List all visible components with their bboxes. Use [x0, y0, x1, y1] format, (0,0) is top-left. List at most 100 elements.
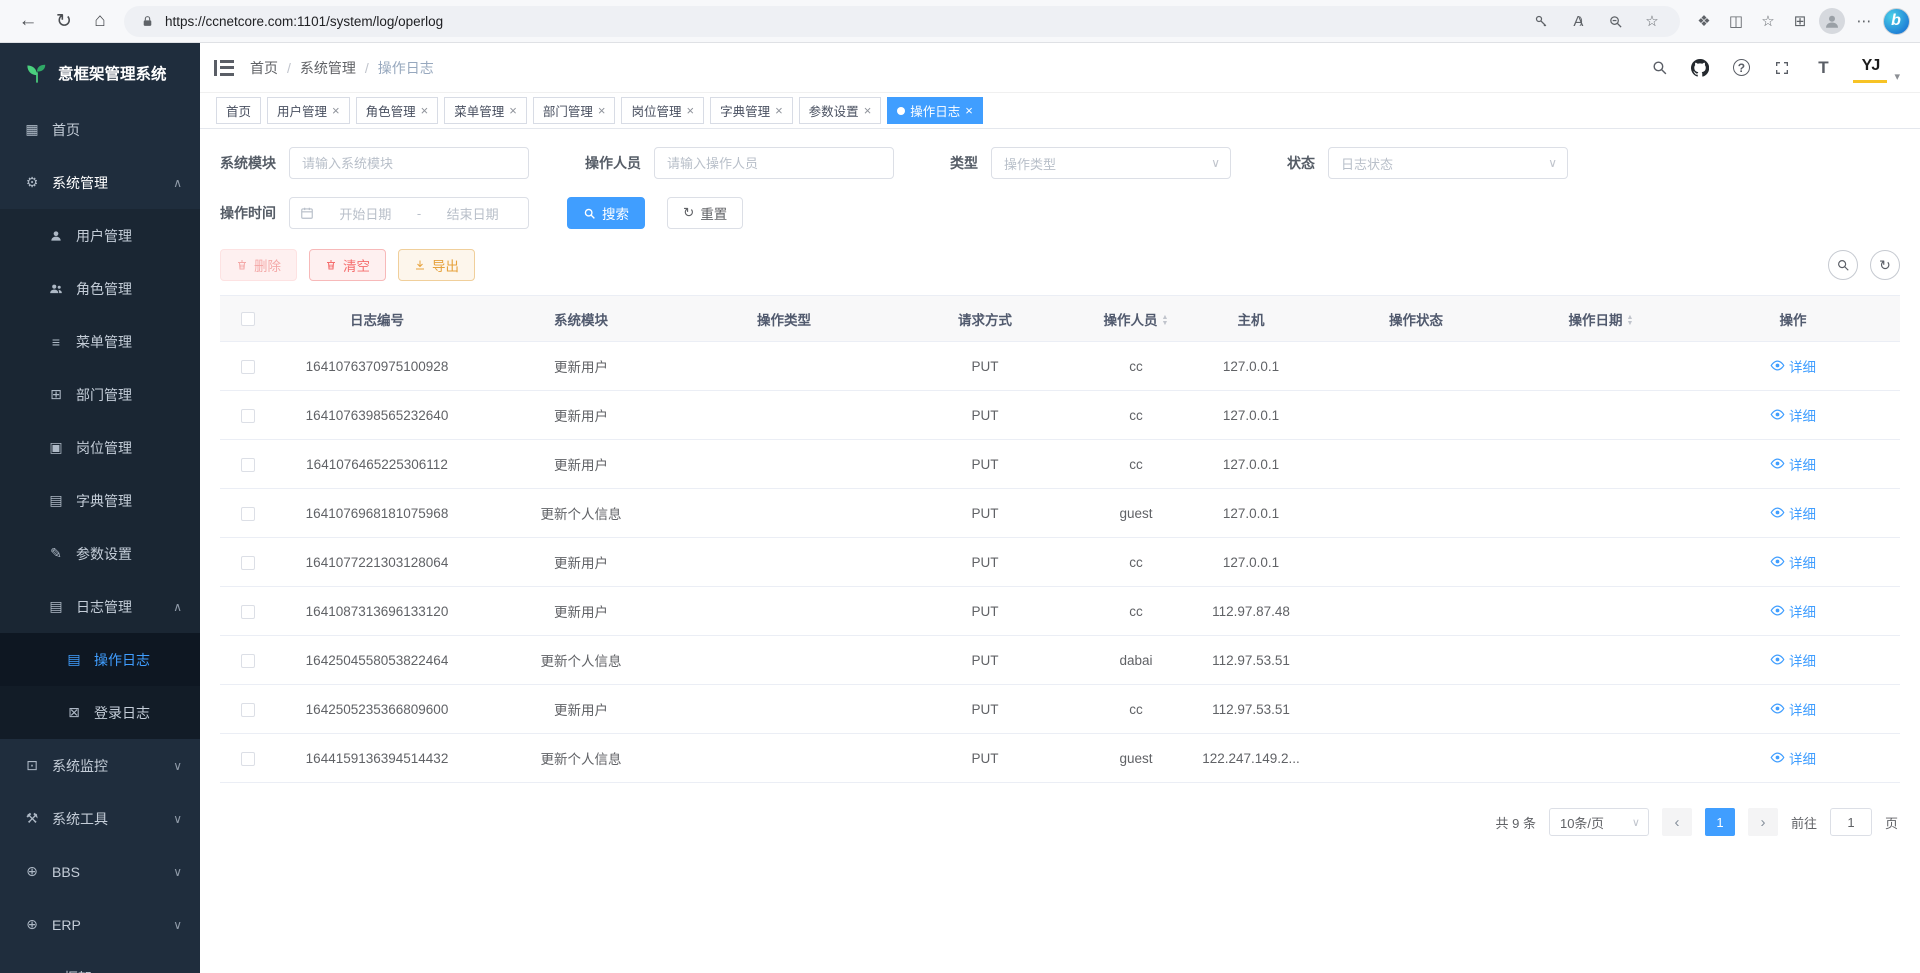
sidebar-item-yi-framework[interactable]: ▶ Yi框架: [0, 951, 200, 973]
prev-page-button[interactable]: ‹: [1662, 808, 1692, 836]
close-icon[interactable]: ×: [775, 103, 783, 118]
tab-menu-management[interactable]: 菜单管理 ×: [444, 97, 527, 124]
sidebar-item-operation-log[interactable]: ▤ 操作日志: [0, 633, 200, 686]
favorites-icon[interactable]: ☆: [1754, 7, 1782, 35]
column-header-date[interactable]: 操作日期▲▼: [1516, 296, 1686, 342]
sidebar-item-home[interactable]: ▦ 首页: [0, 103, 200, 156]
help-icon[interactable]: ?: [1730, 57, 1752, 79]
close-icon[interactable]: ×: [509, 103, 517, 118]
detail-link[interactable]: 详细: [1770, 601, 1816, 621]
fullscreen-icon[interactable]: [1771, 57, 1793, 79]
sidebar-item-log-management[interactable]: ▤ 日志管理 ∧: [0, 580, 200, 633]
sidebar-item-system-monitor[interactable]: ⊡ 系统监控 ∨: [0, 739, 200, 792]
tab-operation-log[interactable]: 操作日志 ×: [887, 97, 983, 124]
toggle-search-button[interactable]: [1828, 250, 1858, 280]
sidebar-item-system-tools[interactable]: ⚒ 系统工具 ∨: [0, 792, 200, 845]
delete-button[interactable]: 删除: [220, 249, 297, 281]
detail-link[interactable]: 详细: [1770, 650, 1816, 670]
status-select[interactable]: 日志状态 ∨: [1328, 147, 1568, 179]
sidebar-item-param-settings[interactable]: ✎ 参数设置: [0, 527, 200, 580]
bing-icon[interactable]: b: [1882, 7, 1910, 35]
tab-dept-management[interactable]: 部门管理 ×: [533, 97, 616, 124]
collections-icon[interactable]: ⊞: [1786, 7, 1814, 35]
font-size-icon[interactable]: T: [1812, 57, 1834, 79]
row-checkbox[interactable]: [241, 458, 255, 472]
reset-button[interactable]: ↻ 重置: [667, 197, 743, 229]
sidebar-item-dict-management[interactable]: ▤ 字典管理: [0, 474, 200, 527]
page-number-button[interactable]: 1: [1705, 808, 1735, 836]
row-checkbox[interactable]: [241, 507, 255, 521]
operator-input[interactable]: [654, 147, 894, 179]
tab-post-management[interactable]: 岗位管理 ×: [621, 97, 704, 124]
close-icon[interactable]: ×: [598, 103, 606, 118]
sidebar-item-login-log[interactable]: ⊠ 登录日志: [0, 686, 200, 739]
add-favorite-icon[interactable]: ☆: [1638, 7, 1666, 35]
app-logo[interactable]: 意框架管理系统: [0, 43, 200, 103]
export-button[interactable]: 导出: [398, 249, 475, 281]
reload-icon[interactable]: ↻: [46, 4, 82, 38]
next-page-button[interactable]: ›: [1748, 808, 1778, 836]
home-icon[interactable]: ⌂: [82, 4, 118, 38]
zoom-out-icon[interactable]: [1601, 7, 1629, 35]
clear-button[interactable]: 清空: [309, 249, 386, 281]
sidebar-item-system-management[interactable]: ⚙ 系统管理 ∧: [0, 156, 200, 209]
close-icon[interactable]: ×: [332, 103, 340, 118]
select-all-checkbox[interactable]: [241, 312, 255, 326]
row-checkbox[interactable]: [241, 556, 255, 570]
tab-user-management[interactable]: 用户管理 ×: [267, 97, 350, 124]
sidebar-item-bbs[interactable]: ⊕ BBS ∨: [0, 845, 200, 898]
back-icon[interactable]: ←: [10, 4, 46, 38]
split-screen-icon[interactable]: ◫: [1722, 7, 1750, 35]
read-aloud-icon[interactable]: A): [1564, 7, 1592, 35]
detail-link[interactable]: 详细: [1770, 699, 1816, 719]
password-key-icon[interactable]: [1527, 7, 1555, 35]
github-icon[interactable]: [1689, 57, 1711, 79]
type-select[interactable]: 操作类型 ∨: [991, 147, 1231, 179]
row-checkbox[interactable]: [241, 654, 255, 668]
detail-link[interactable]: 详细: [1770, 552, 1816, 572]
close-icon[interactable]: ×: [686, 103, 694, 118]
search-button[interactable]: 搜索: [567, 197, 645, 229]
sidebar-item-menu-management[interactable]: ≡ 菜单管理: [0, 315, 200, 368]
search-icon: [583, 207, 596, 220]
browser-essentials-icon[interactable]: ❖: [1690, 7, 1718, 35]
user-avatar-logo[interactable]: YJ: [1853, 53, 1887, 83]
detail-link[interactable]: 详细: [1770, 748, 1816, 768]
caret-down-icon[interactable]: ▾: [1894, 70, 1900, 83]
row-checkbox[interactable]: [241, 605, 255, 619]
goto-page-input[interactable]: [1830, 808, 1872, 836]
sidebar-item-erp[interactable]: ⊕ ERP ∨: [0, 898, 200, 951]
page-size-select[interactable]: 10条/页 ∨: [1549, 808, 1649, 836]
close-icon[interactable]: ×: [965, 103, 973, 118]
sidebar-item-role-management[interactable]: 角色管理: [0, 262, 200, 315]
search-icon[interactable]: [1648, 57, 1670, 79]
tab-role-management[interactable]: 角色管理 ×: [356, 97, 439, 124]
detail-link[interactable]: 详细: [1770, 503, 1816, 523]
settings-menu-icon[interactable]: ⋯: [1850, 7, 1878, 35]
row-checkbox[interactable]: [241, 703, 255, 717]
close-icon[interactable]: ×: [421, 103, 429, 118]
row-checkbox[interactable]: [241, 360, 255, 374]
url-text[interactable]: https://ccnetcore.com:1101/system/log/op…: [165, 14, 443, 29]
module-input[interactable]: [289, 147, 529, 179]
tab-home[interactable]: 首页: [216, 97, 261, 124]
breadcrumb-home[interactable]: 首页: [250, 58, 278, 78]
column-header-operator[interactable]: 操作人员▲▼: [1086, 296, 1186, 342]
detail-link[interactable]: 详细: [1770, 356, 1816, 376]
profile-avatar[interactable]: [1818, 7, 1846, 35]
row-checkbox[interactable]: [241, 752, 255, 766]
tab-dict-management[interactable]: 字典管理 ×: [710, 97, 793, 124]
refresh-table-button[interactable]: ↻: [1870, 250, 1900, 280]
address-bar[interactable]: https://ccnetcore.com:1101/system/log/op…: [124, 6, 1680, 37]
collapse-sidebar-icon[interactable]: [214, 60, 234, 76]
detail-link[interactable]: 详细: [1770, 454, 1816, 474]
sidebar-item-post-management[interactable]: ▣ 岗位管理: [0, 421, 200, 474]
sidebar-item-user-management[interactable]: 用户管理: [0, 209, 200, 262]
breadcrumb-system-management[interactable]: 系统管理: [300, 58, 356, 78]
detail-link[interactable]: 详细: [1770, 405, 1816, 425]
sidebar-item-dept-management[interactable]: ⊞ 部门管理: [0, 368, 200, 421]
tab-param-settings[interactable]: 参数设置 ×: [799, 97, 882, 124]
close-icon[interactable]: ×: [864, 103, 872, 118]
date-range-picker[interactable]: 开始日期 - 结束日期: [289, 197, 529, 229]
row-checkbox[interactable]: [241, 409, 255, 423]
